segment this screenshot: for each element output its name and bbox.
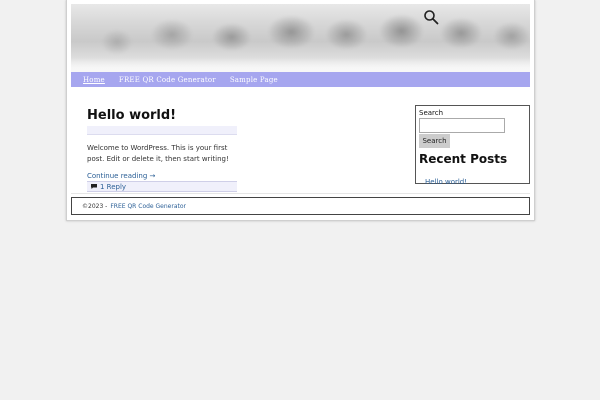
comment-icon <box>91 184 97 189</box>
recent-posts-list: Hello world! <box>419 169 526 188</box>
recent-post-link[interactable]: Hello world! <box>425 178 467 186</box>
post-excerpt: Welcome to WordPress. This is your first… <box>87 144 229 163</box>
primary-navigation: Home FREE QR Code Generator Sample Page <box>71 72 530 87</box>
footer-copyright: ©2023 - <box>82 202 108 210</box>
page-container: Home FREE QR Code Generator Sample Page … <box>66 0 535 221</box>
search-button[interactable]: Search <box>419 134 450 148</box>
recent-posts-heading: Recent Posts <box>419 152 508 166</box>
nav-item-free-qr-code-generator[interactable]: FREE QR Code Generator <box>119 76 216 84</box>
search-input[interactable] <box>419 118 505 133</box>
snow-ground <box>71 58 530 72</box>
comments-link[interactable]: 1 Reply <box>100 183 126 191</box>
post-article: Hello world! Welcome to WordPress. This … <box>87 108 237 192</box>
search-icon[interactable] <box>423 9 439 25</box>
footer-site-link[interactable]: FREE QR Code Generator <box>110 203 186 210</box>
post-title[interactable]: Hello world! <box>87 108 237 125</box>
search-widget-label: Search <box>419 109 444 117</box>
site-footer: ©2023 - FREE QR Code Generator <box>71 197 530 215</box>
header-banner-image <box>71 4 530 72</box>
content-divider <box>71 193 530 194</box>
list-item: Hello world! <box>425 169 526 188</box>
snowy-forest-image <box>71 12 530 62</box>
post-meta-bar: 1 Reply <box>87 181 237 192</box>
nav-item-home[interactable]: Home <box>83 76 105 84</box>
continue-reading-link[interactable]: Continue reading → <box>87 172 237 180</box>
post-title-underbar <box>87 126 237 135</box>
nav-item-sample-page[interactable]: Sample Page <box>230 76 278 84</box>
sidebar-widget: Search Search Recent Posts Hello world! <box>415 105 530 186</box>
